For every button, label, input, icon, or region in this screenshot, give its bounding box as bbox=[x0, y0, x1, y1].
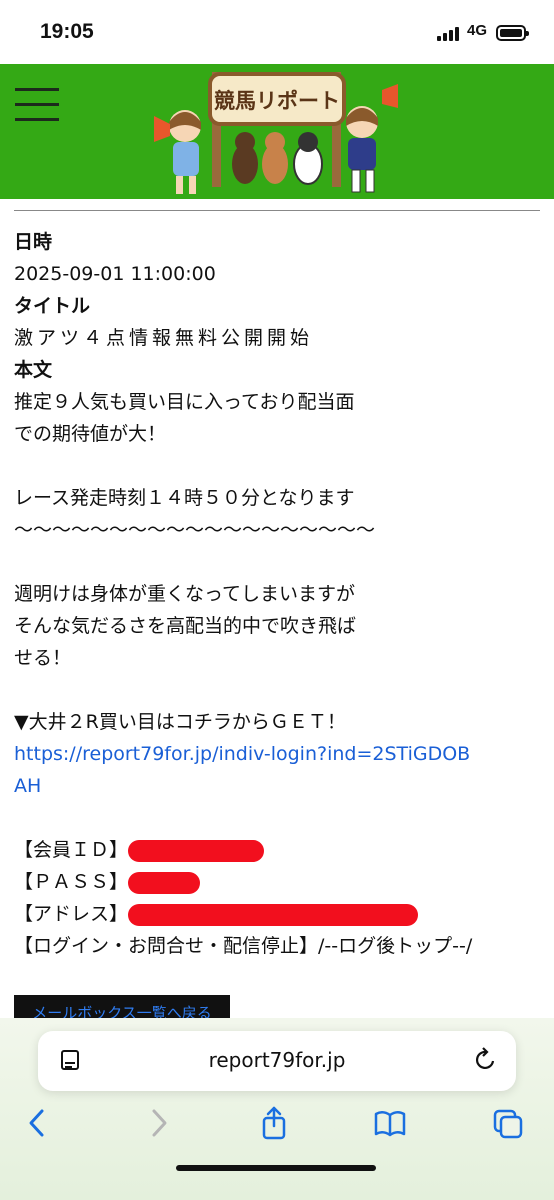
network-type: 4G bbox=[467, 22, 488, 39]
logo-text: 競馬リポート bbox=[214, 89, 340, 113]
body-line: 推定９人気も買い目に入っており配当面 bbox=[14, 391, 355, 413]
share-icon[interactable] bbox=[258, 1106, 290, 1140]
back-icon[interactable] bbox=[22, 1106, 54, 1140]
site-logo[interactable]: 競馬リポート bbox=[150, 64, 400, 199]
title-label: タイトル bbox=[14, 295, 91, 317]
member-id-row: 【会員ＩＤ】 bbox=[14, 834, 540, 866]
address-label: 【アドレス】 bbox=[14, 903, 129, 925]
body-line: 〜〜〜〜〜〜〜〜〜〜〜〜〜〜〜〜〜〜〜 bbox=[14, 519, 376, 541]
battery-icon bbox=[496, 25, 529, 41]
pass-label: 【ＰＡＳＳ】 bbox=[14, 871, 129, 893]
redaction-mark bbox=[128, 871, 201, 894]
title-value: 激アツ４点情報無料公開開始 bbox=[14, 327, 314, 349]
body-line: での期待値が大！ bbox=[14, 423, 167, 445]
reload-icon[interactable] bbox=[474, 1047, 498, 1073]
header-divider bbox=[14, 210, 540, 211]
member-id-label: 【会員ＩＤ】 bbox=[14, 839, 129, 861]
date-value: 2025-09-01 11:00:00 bbox=[14, 263, 216, 285]
body-line: レース発走時刻１４時５０分となります bbox=[14, 487, 355, 509]
status-bar: 19:05 4G bbox=[0, 0, 554, 64]
site-header: 競馬リポート bbox=[0, 64, 554, 199]
menu-icon[interactable] bbox=[15, 88, 59, 122]
home-indicator[interactable] bbox=[176, 1165, 376, 1171]
login-link[interactable]: https://report79for.jp/indiv-login?ind=2… bbox=[14, 738, 540, 770]
login-link-continued[interactable]: AH bbox=[14, 770, 540, 802]
pass-row: 【ＰＡＳＳ】 bbox=[14, 866, 540, 898]
redaction-mark bbox=[128, 903, 419, 926]
date-label: 日時 bbox=[14, 231, 53, 253]
body-line: そんな気だるさを高配当的中で吹き飛ば bbox=[14, 615, 357, 637]
tabs-icon[interactable] bbox=[492, 1106, 524, 1140]
cellular-signal-icon bbox=[437, 27, 461, 41]
body-label: 本文 bbox=[14, 359, 53, 381]
address-bar[interactable]: report79for.jp bbox=[38, 1031, 516, 1091]
redaction-mark bbox=[128, 839, 265, 862]
body-line: 週明けは身体が重くなってしまいますが bbox=[14, 583, 356, 605]
message-content: 日時 2025-09-01 11:00:00 タイトル 激アツ４点情報無料公開開… bbox=[14, 226, 540, 962]
forward-icon[interactable] bbox=[142, 1106, 174, 1140]
body-line: せる！ bbox=[14, 647, 72, 669]
status-time: 19:05 bbox=[40, 20, 94, 43]
bookmarks-icon[interactable] bbox=[374, 1106, 406, 1140]
browser-toolbar: report79for.jp bbox=[0, 1018, 554, 1200]
address-row: 【アドレス】 bbox=[14, 898, 540, 930]
url-text: report79for.jp bbox=[208, 1048, 346, 1072]
body-line: ▼大井２R買い目はコチラからＧＥＴ！ bbox=[14, 711, 346, 733]
footer-links[interactable]: 【ログイン・お問合せ・配信停止】/--ログ後トップ--/ bbox=[14, 930, 540, 962]
